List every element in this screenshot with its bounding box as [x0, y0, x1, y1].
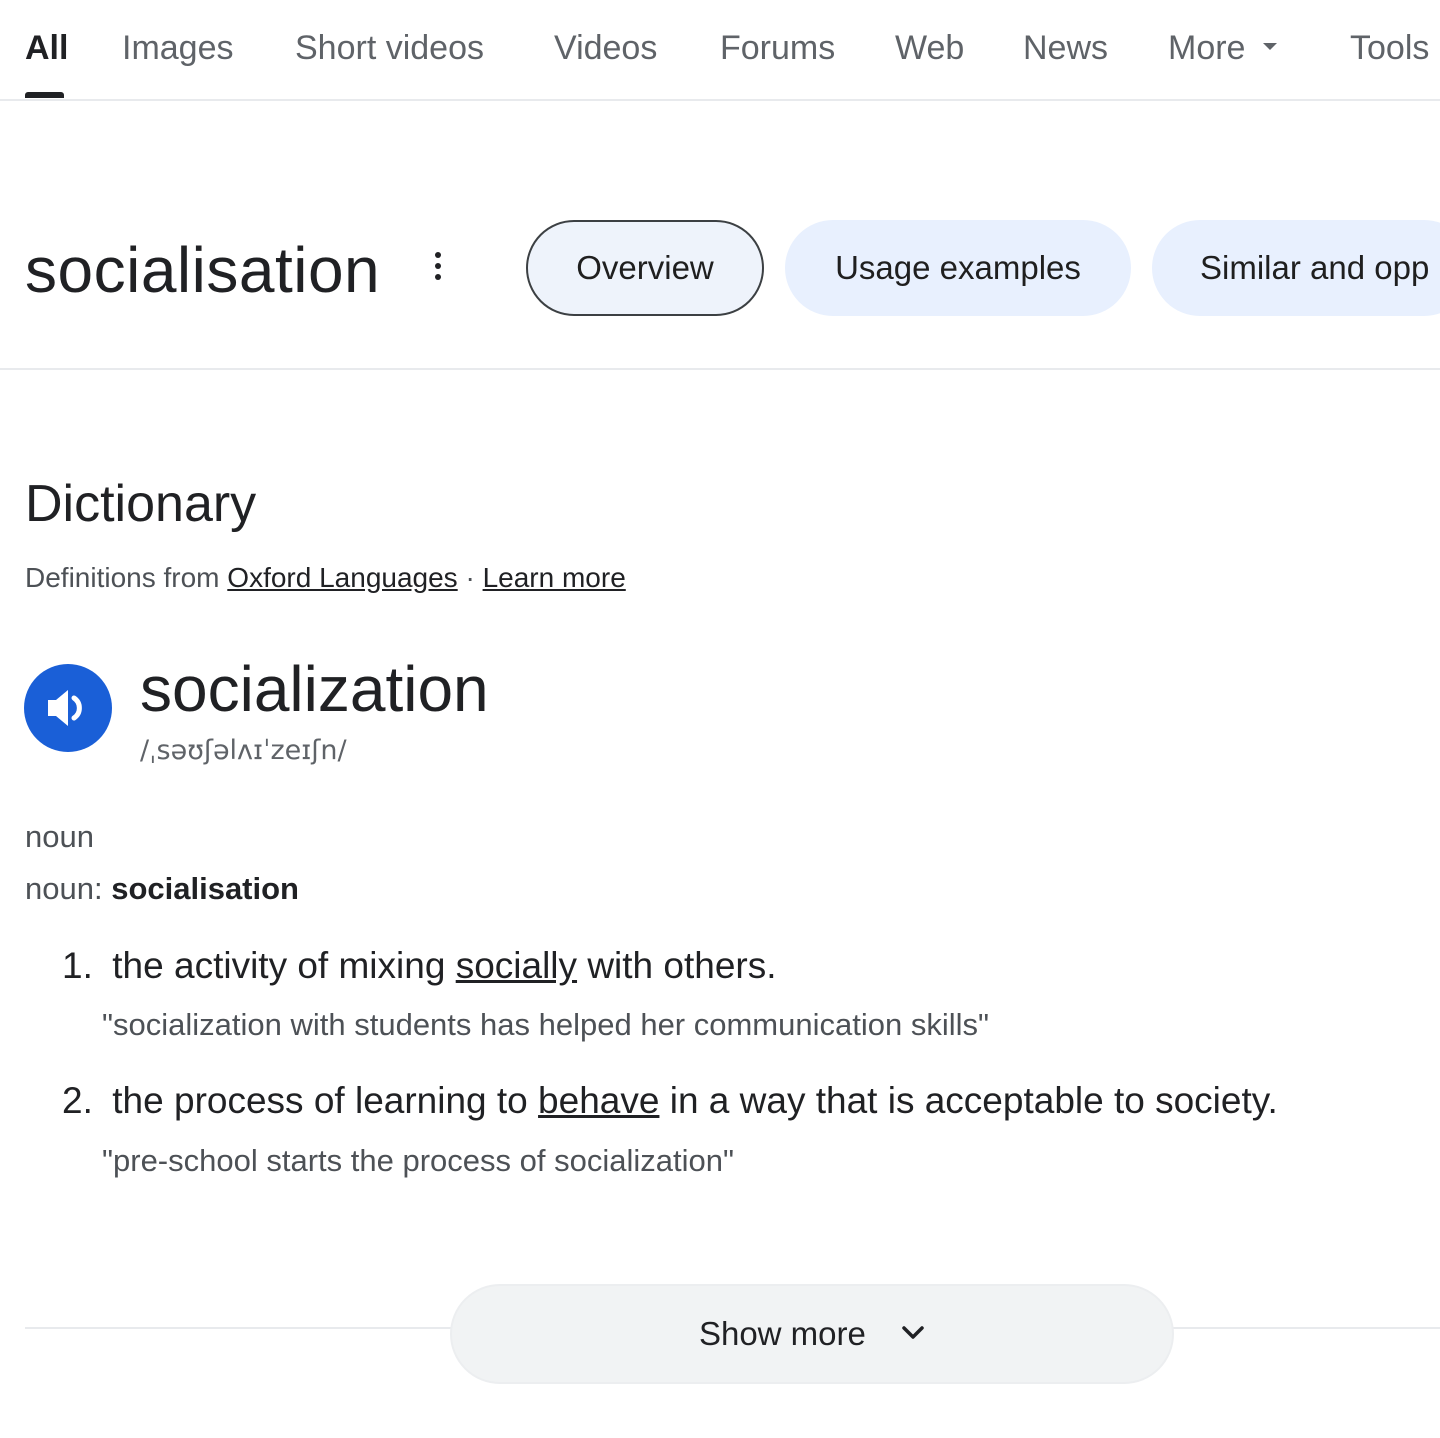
- chevron-down-icon: [902, 1326, 924, 1340]
- tab-more-label: More: [1168, 29, 1246, 67]
- definition-number: 2.: [62, 1080, 93, 1121]
- word-link-behave[interactable]: behave: [538, 1080, 659, 1121]
- variant-spelling: noun: socialisation: [25, 870, 299, 908]
- tab-forums[interactable]: Forums: [720, 28, 835, 68]
- dictionary-heading: Dictionary: [25, 475, 257, 533]
- query-header: socialisation Overview Usage examples Si…: [0, 200, 1440, 370]
- source-separator: ·: [465, 562, 475, 593]
- variant-label: noun:: [25, 871, 103, 906]
- show-more-button[interactable]: Show more: [450, 1284, 1174, 1384]
- search-tabs: All Images Short videos Videos Forums We…: [0, 0, 1440, 101]
- word-link-socially[interactable]: socially: [456, 945, 577, 986]
- chip-usage-examples[interactable]: Usage examples: [785, 220, 1131, 316]
- tab-videos[interactable]: Videos: [554, 28, 657, 68]
- definition-text-post: with others.: [587, 945, 777, 986]
- source-prefix: Definitions from: [25, 562, 220, 593]
- chip-overview[interactable]: Overview: [526, 220, 764, 316]
- definition-number: 1.: [62, 945, 93, 986]
- caret-down-icon: [1263, 42, 1278, 50]
- chip-similar-and-opposite[interactable]: Similar and opp: [1152, 220, 1440, 316]
- show-more-label: Show more: [698, 1315, 866, 1352]
- learn-more-link[interactable]: Learn more: [483, 562, 626, 593]
- part-of-speech: noun: [25, 819, 94, 854]
- definition-text-pre: the process of learning to: [112, 1080, 528, 1121]
- variant-word: socialisation: [111, 871, 299, 906]
- tab-all[interactable]: All: [25, 28, 68, 68]
- example-2: "pre-school starts the process of social…: [102, 1143, 734, 1178]
- definition-text-post: in a way that is acceptable to society.: [669, 1080, 1278, 1121]
- tab-short-videos[interactable]: Short videos: [295, 28, 484, 68]
- example-1: "socialization with students has helped …: [102, 1007, 989, 1042]
- definition-2: 2. the process of learning to behave in …: [62, 1079, 1278, 1123]
- tab-images[interactable]: Images: [122, 28, 234, 68]
- definition-1: 1. the activity of mixing socially with …: [62, 944, 777, 988]
- kebab-menu-icon[interactable]: [430, 252, 446, 288]
- headword: socialization: [140, 653, 489, 725]
- tab-news[interactable]: News: [1023, 28, 1108, 68]
- phonetic-spelling: /ˌsəʊʃəlʌɪˈzeɪʃn/: [140, 735, 347, 766]
- definition-text-pre: the activity of mixing: [112, 945, 446, 986]
- active-tab-indicator: [25, 92, 64, 98]
- tab-web[interactable]: Web: [895, 28, 964, 68]
- oxford-languages-link[interactable]: Oxford Languages: [227, 562, 457, 593]
- tab-tools[interactable]: Tools: [1350, 28, 1429, 68]
- dictionary-source: Definitions from Oxford Languages · Lear…: [25, 562, 626, 594]
- query-title: socialisation: [25, 234, 381, 306]
- pronunciation-button[interactable]: [24, 664, 112, 752]
- speaker-icon: [48, 690, 82, 726]
- tab-more[interactable]: More: [1168, 28, 1278, 68]
